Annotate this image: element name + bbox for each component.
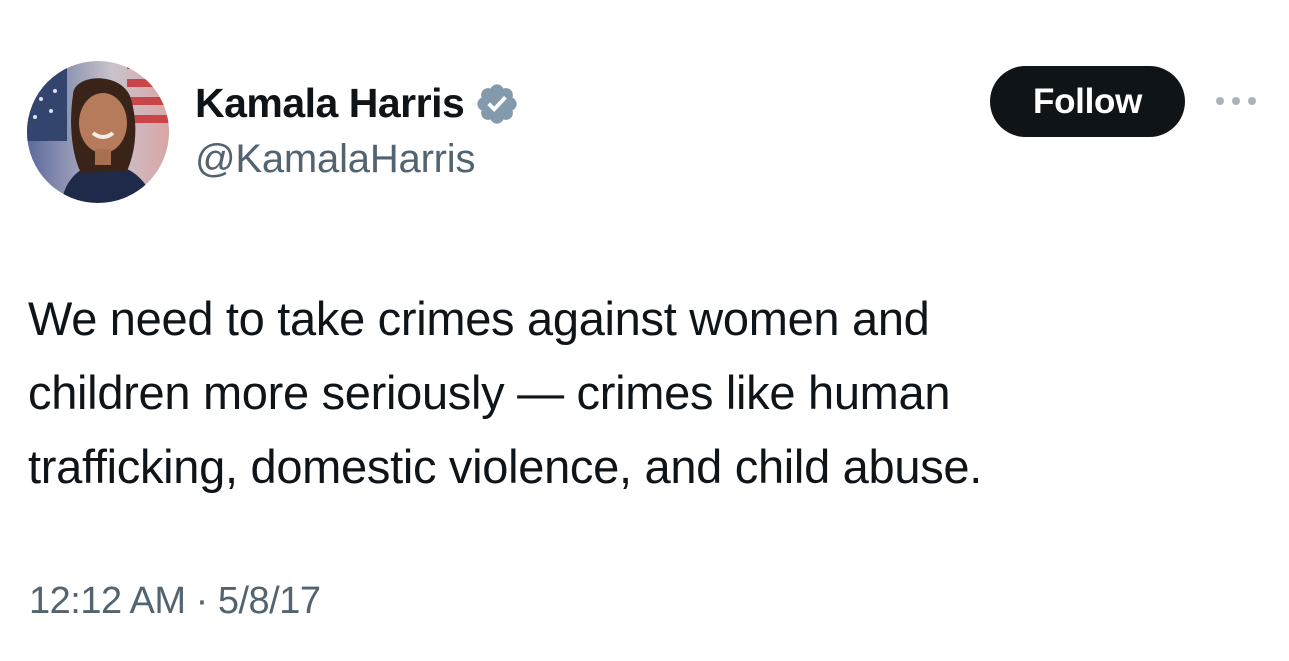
tweet-timestamp[interactable]: 12:12 AM · 5/8/17 bbox=[29, 580, 321, 623]
more-horizontal-icon[interactable] bbox=[1213, 92, 1259, 110]
author-handle[interactable]: @KamalaHarris bbox=[195, 137, 475, 182]
avatar[interactable] bbox=[27, 61, 169, 203]
author-name-row: Kamala Harris bbox=[195, 75, 520, 131]
verified-badge-icon bbox=[474, 81, 520, 127]
tweet-card: Kamala Harris @KamalaHarris Follow We ne… bbox=[0, 0, 1289, 661]
follow-button[interactable]: Follow bbox=[990, 66, 1185, 137]
author-display-name[interactable]: Kamala Harris bbox=[195, 80, 465, 127]
tweet-text: We need to take crimes against women and… bbox=[28, 292, 982, 493]
